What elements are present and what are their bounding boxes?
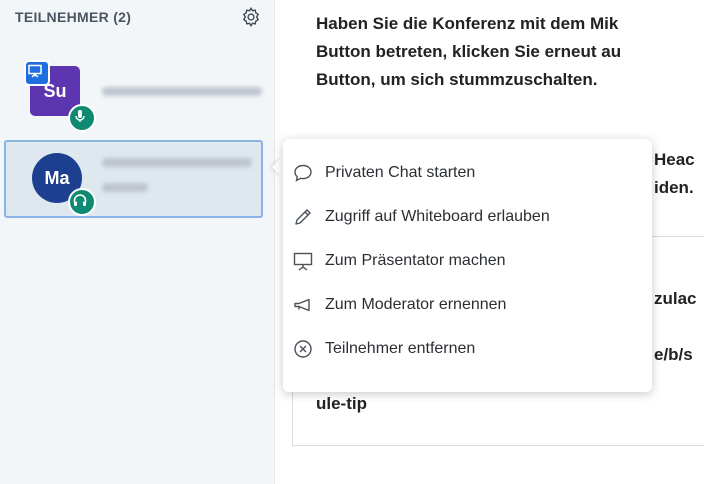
menu-item-remove-participant[interactable]: Teilnehmer entfernen [283, 327, 652, 371]
menu-item-whiteboard-access[interactable]: Zugriff auf Whiteboard erlauben [283, 195, 652, 239]
megaphone-icon [294, 298, 310, 312]
participants-sidebar: TEILNEHMER (2) Su Ma [0, 0, 275, 484]
message-line: Button, um sich stummzuschalten. [316, 70, 598, 89]
gear-icon[interactable] [240, 6, 262, 28]
menu-item-label: Teilnehmer entfernen [325, 340, 476, 357]
menu-item-label: Zugriff auf Whiteboard erlauben [325, 208, 550, 225]
message-fragment: Heac [654, 150, 695, 169]
participants-header: TEILNEHMER (2) [15, 9, 132, 25]
message-fragment: e/b/s [654, 345, 693, 364]
pencil-icon [295, 209, 311, 225]
message-fragment: iden. [654, 178, 694, 197]
menu-item-make-moderator[interactable]: Zum Moderator ernennen [283, 283, 652, 327]
chat-bubble-icon [294, 164, 312, 182]
menu-item-make-presenter[interactable]: Zum Präsentator machen [283, 239, 652, 283]
menu-item-label: Privaten Chat starten [325, 164, 476, 181]
divider [652, 236, 704, 237]
message-line: Haben Sie die Konferenz mit dem Mik [316, 14, 619, 33]
message-fragment: ule-tip [316, 394, 367, 413]
headphones-icon [68, 188, 96, 216]
close-circle-icon [294, 340, 312, 358]
menu-item-label: Zum Präsentator machen [325, 252, 506, 269]
menu-item-private-chat[interactable]: Privaten Chat starten [283, 151, 652, 195]
participant-name-blurred [102, 158, 252, 167]
menu-item-label: Zum Moderator ernennen [325, 296, 507, 313]
chat-message-text: Haben Sie die Konferenz mit dem Mik Butt… [316, 10, 704, 94]
participant-name-blurred [102, 87, 262, 96]
microphone-icon [68, 104, 96, 132]
presenter-icon [24, 60, 50, 86]
message-line: Button betreten, klicken Sie erneut au [316, 42, 622, 61]
message-fragment: zulac [654, 289, 697, 308]
participant-name-blurred-2 [102, 183, 148, 192]
presentation-board-icon [293, 252, 313, 271]
participant-context-menu: Privaten Chat starten Zugriff auf Whiteb… [283, 139, 652, 392]
